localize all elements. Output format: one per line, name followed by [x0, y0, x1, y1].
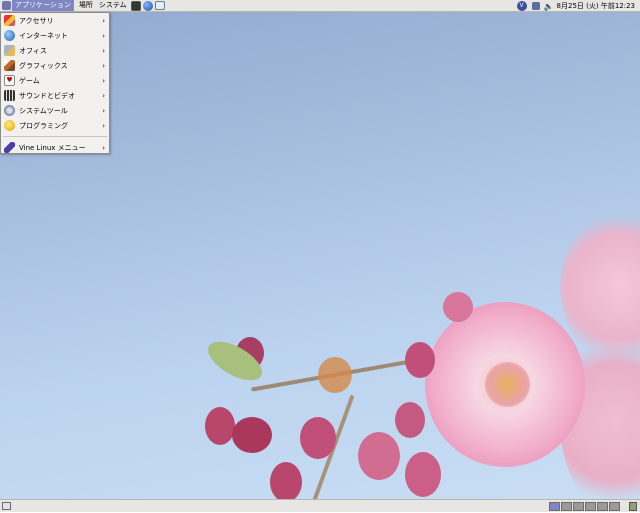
network-icon[interactable]: [531, 2, 540, 10]
clock[interactable]: 8月25日 (火) 午前12:23: [557, 1, 635, 11]
mail-icon[interactable]: [154, 1, 165, 10]
submenu-arrow-icon: ›: [102, 76, 105, 85]
system-menu-button[interactable]: システム: [96, 0, 130, 11]
submenu-arrow-icon: ›: [102, 106, 105, 115]
menu-item-programming[interactable]: プログラミング ›: [1, 118, 109, 133]
flower-bud: [358, 432, 400, 480]
system-tools-icon: [4, 105, 15, 116]
applications-menu: アクセサリ › インターネット › オフィス › グラフィックス › ♥ ゲーム…: [0, 12, 110, 154]
submenu-arrow-icon: ›: [102, 121, 105, 130]
flower-bud: [205, 407, 235, 445]
workspace-4[interactable]: [585, 502, 596, 511]
internet-icon: [4, 30, 15, 41]
workspace-1[interactable]: [549, 502, 560, 511]
places-menu-label: 場所: [78, 1, 93, 9]
flower-bud: [405, 452, 441, 497]
flower-bud: [443, 292, 473, 322]
menu-item-label: オフィス: [19, 46, 47, 55]
submenu-arrow-icon: ›: [102, 143, 105, 152]
menu-item-system-tools[interactable]: システムツール ›: [1, 103, 109, 118]
accessories-icon: [4, 15, 15, 26]
menu-item-label: グラフィックス: [19, 61, 68, 70]
menu-item-office[interactable]: オフィス ›: [1, 43, 109, 58]
top-panel: アプリケーション 場所 システム V 🔈 8月25日 (火) 午前12:23: [0, 0, 640, 12]
menu-item-vine-linux-menu[interactable]: Vine Linux メニュー ›: [1, 140, 109, 155]
menu-item-label: インターネット: [19, 31, 68, 40]
menu-item-label: アクセサリ: [19, 16, 54, 25]
graphics-icon: [4, 60, 15, 71]
office-icon: [4, 45, 15, 56]
workspace-5[interactable]: [597, 502, 608, 511]
programming-icon: [4, 120, 15, 131]
flower-bud: [270, 462, 302, 499]
submenu-arrow-icon: ›: [102, 46, 105, 55]
workspace-2[interactable]: [561, 502, 572, 511]
menu-item-label: Vine Linux メニュー: [19, 143, 86, 152]
menu-item-games[interactable]: ♥ ゲーム ›: [1, 73, 109, 88]
submenu-arrow-icon: ›: [102, 91, 105, 100]
games-icon: ♥: [4, 75, 15, 86]
submenu-arrow-icon: ›: [102, 61, 105, 70]
applications-menu-label: アプリケーション: [15, 1, 71, 9]
trash-icon[interactable]: [629, 502, 637, 511]
volume-icon[interactable]: 🔈: [544, 2, 554, 11]
flower-bud: [232, 417, 272, 453]
menu-item-accessories[interactable]: アクセサリ ›: [1, 13, 109, 28]
workspace-3[interactable]: [573, 502, 584, 511]
menu-item-sound-video[interactable]: サウンドとビデオ ›: [1, 88, 109, 103]
workspace-switcher: [549, 500, 625, 513]
flower-bud: [395, 402, 425, 438]
menu-item-internet[interactable]: インターネット ›: [1, 28, 109, 43]
applications-menu-button[interactable]: アプリケーション: [12, 0, 74, 11]
vine-update-icon[interactable]: V: [516, 1, 527, 11]
menu-item-graphics[interactable]: グラフィックス ›: [1, 58, 109, 73]
gnome-foot-icon: [2, 1, 11, 10]
menu-item-label: サウンドとビデオ: [19, 91, 75, 100]
sepal: [318, 357, 352, 393]
sound-video-icon: [4, 90, 15, 101]
submenu-arrow-icon: ›: [102, 16, 105, 25]
system-menu-label: システム: [98, 1, 127, 9]
show-desktop-icon[interactable]: [2, 502, 11, 510]
menu-item-label: ゲーム: [19, 76, 40, 85]
menu-separator: [3, 136, 107, 137]
menu-item-label: システムツール: [19, 106, 68, 115]
bottom-panel: [0, 499, 640, 512]
flower-bud: [300, 417, 336, 459]
system-tray: V 🔈 8月25日 (火) 午前12:23: [516, 0, 638, 12]
workspace-6[interactable]: [609, 502, 620, 511]
menu-item-label: プログラミング: [19, 121, 68, 130]
vine-menu-icon: [4, 142, 15, 153]
terminal-icon[interactable]: [130, 0, 141, 11]
places-menu-button[interactable]: 場所: [76, 0, 96, 11]
flower-bud: [405, 342, 435, 378]
flower-center: [485, 362, 530, 407]
web-browser-icon[interactable]: [142, 0, 153, 11]
submenu-arrow-icon: ›: [102, 31, 105, 40]
